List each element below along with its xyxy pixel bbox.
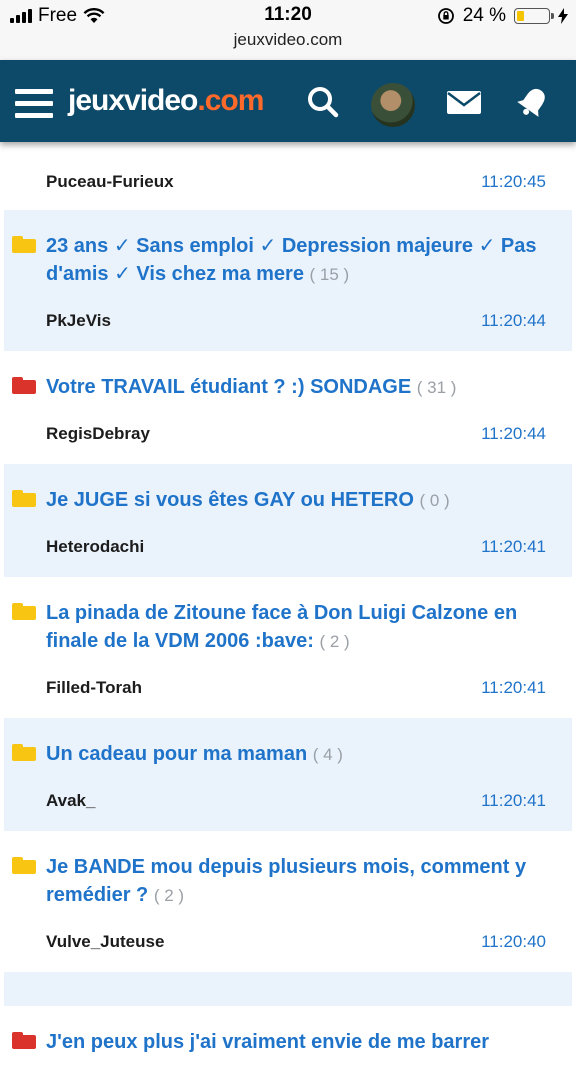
list-item[interactable]: Je BANDE mou depuis plusieurs mois, comm…: [4, 831, 572, 972]
reply-count: ( 4 ): [312, 745, 343, 764]
reply-count: ( 2 ): [153, 886, 185, 905]
reply-count: ( 31 ): [416, 378, 457, 397]
topic-author[interactable]: Avak_: [46, 791, 95, 811]
reply-count: ( 15 ): [309, 265, 350, 284]
topic-time[interactable]: 11:20:45: [481, 172, 546, 192]
topic-title[interactable]: Un cadeau pour ma maman ( 4 ): [46, 740, 546, 769]
list-item[interactable]: La pinada de Zitoune face à Don Luigi Ca…: [4, 577, 572, 718]
topic-author[interactable]: RegisDebray: [46, 424, 150, 444]
folder-icon: [12, 236, 36, 253]
folder-icon: [12, 377, 36, 394]
list-item[interactable]: 23 ans ✓ Sans emploi ✓ Depression majeur…: [4, 210, 572, 351]
battery-icon: [514, 8, 554, 24]
logo-accent: .com: [197, 84, 264, 117]
battery-percent: 24 %: [462, 5, 506, 26]
topic-time[interactable]: 11:20:41: [481, 791, 546, 811]
folder-icon: [12, 490, 36, 507]
topic-author[interactable]: PkJeVis: [46, 311, 111, 331]
charging-icon: [558, 8, 568, 24]
rotation-lock-icon: [437, 8, 454, 24]
site-header: jeuxvideo.com: [0, 60, 576, 142]
folder-icon: [12, 857, 36, 874]
menu-icon[interactable]: [15, 89, 53, 119]
list-item[interactable]: Je JUGE si vous êtes GAY ou HETERO ( 0 )…: [4, 464, 572, 577]
topic-time[interactable]: 11:20:44: [481, 311, 546, 331]
topic-author[interactable]: Heterodachi: [46, 537, 144, 557]
list-item[interactable]: Puceau-Furieux 11:20:45: [4, 142, 572, 210]
site-logo[interactable]: jeuxvideo.com: [68, 84, 264, 118]
address-bar-url[interactable]: jeuxvideo.com: [0, 30, 576, 50]
reply-count: ( 2 ): [319, 632, 350, 651]
list-item[interactable]: Un cadeau pour ma maman ( 4 ) Avak_ 11:20…: [4, 718, 572, 831]
bell-icon[interactable]: [513, 82, 553, 122]
topic-title[interactable]: Je JUGE si vous êtes GAY ou HETERO ( 0 ): [46, 486, 546, 515]
topic-list: Puceau-Furieux 11:20:45 23 ans ✓ Sans em…: [0, 142, 576, 1076]
topic-time[interactable]: 11:20:41: [481, 678, 546, 698]
topic-title[interactable]: 23 ans ✓ Sans emploi ✓ Depression majeur…: [46, 232, 546, 289]
folder-icon: [12, 1032, 36, 1049]
status-bar: Free 11:20 24 % jeuxvideo.com: [0, 0, 576, 60]
logo-main: jeuxvideo: [68, 84, 198, 117]
topic-title[interactable]: Votre TRAVAIL étudiant ? :) SONDAGE ( 31…: [46, 373, 546, 402]
status-right: 24 %: [437, 5, 568, 27]
topic-time[interactable]: 11:20:40: [481, 932, 546, 952]
topic-author[interactable]: Puceau-Furieux: [46, 172, 174, 192]
topic-time[interactable]: 11:20:41: [481, 537, 546, 557]
list-item[interactable]: J'en peux plus j'ai vraiment envie de me…: [4, 1006, 572, 1076]
mail-icon[interactable]: [444, 82, 484, 122]
search-icon[interactable]: [304, 82, 344, 122]
topic-author[interactable]: Filled-Torah: [46, 678, 142, 698]
topic-author[interactable]: Vulve_Juteuse: [46, 932, 164, 952]
folder-icon: [12, 744, 36, 761]
avatar[interactable]: [371, 83, 415, 127]
list-item[interactable]: Votre TRAVAIL étudiant ? :) SONDAGE ( 31…: [4, 351, 572, 464]
topic-title[interactable]: J'en peux plus j'ai vraiment envie de me…: [46, 1028, 546, 1056]
folder-icon: [12, 603, 36, 620]
reply-count: ( 0 ): [419, 491, 450, 510]
topic-title[interactable]: La pinada de Zitoune face à Don Luigi Ca…: [46, 599, 546, 656]
topic-time[interactable]: 11:20:44: [481, 424, 546, 444]
topic-title[interactable]: Je BANDE mou depuis plusieurs mois, comm…: [46, 853, 546, 910]
ad-placeholder: [4, 972, 572, 1006]
